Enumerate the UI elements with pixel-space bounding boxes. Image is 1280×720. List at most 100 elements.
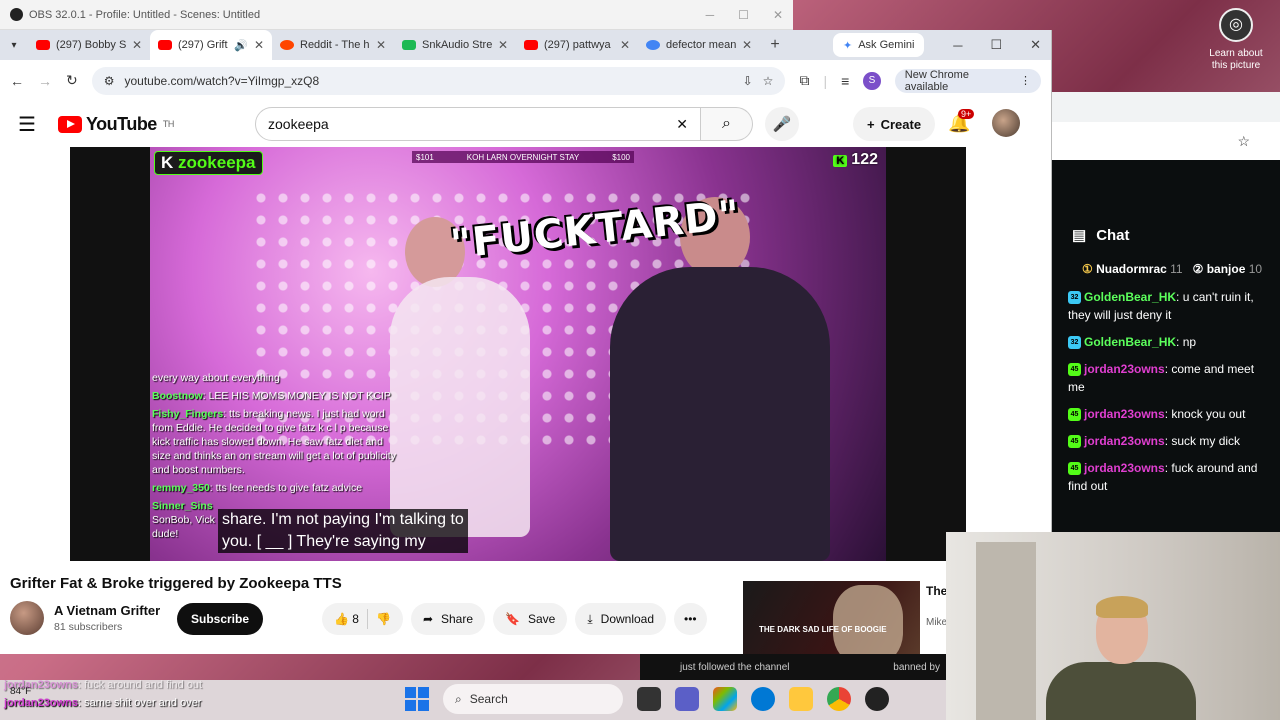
chat-message: 45 jordan23owns: knock you out (1068, 405, 1274, 423)
clear-search-icon[interactable]: ✕ (676, 116, 688, 133)
start-button[interactable] (405, 687, 429, 711)
thumbs-up-icon: 👍 (334, 612, 349, 626)
more-actions-button[interactable]: ••• (674, 603, 707, 635)
tab-title: (297) pattwya (544, 39, 611, 51)
search-icon: ⌕ (455, 691, 462, 706)
stream-chat-line: remmy_350: tts lee needs to give fatz ad… (152, 481, 402, 495)
minimize-icon[interactable]: ─ (706, 8, 715, 22)
profile-avatar[interactable]: S (863, 71, 881, 90)
chat-text: : suck my dick (1164, 434, 1241, 448)
tab-close-icon[interactable]: ✕ (376, 38, 386, 52)
channel-name[interactable]: A Vietnam Grifter (54, 603, 160, 618)
task-view-icon[interactable] (637, 687, 661, 711)
recommended-video-thumbnail[interactable]: THE DARK SAD LIFE OF BOOGIE (743, 581, 920, 654)
browser-tab[interactable]: (297) pattwya ✕ (516, 30, 638, 60)
close-icon[interactable]: ✕ (1030, 37, 1041, 53)
chat-username[interactable]: jordan23owns (1084, 434, 1165, 448)
browser-tab-active[interactable]: (297) Grift 🔊 ✕ (150, 30, 272, 60)
chat-username[interactable]: jordan23owns (1084, 461, 1165, 475)
tab-search-icon[interactable]: ▾ (0, 40, 28, 51)
plus-icon: + (867, 116, 875, 132)
chat-username[interactable]: jordan23owns (1084, 407, 1165, 421)
extensions-icon[interactable]: ⧉ (799, 72, 809, 89)
minimize-icon[interactable]: ─ (953, 38, 962, 53)
divider: | (823, 72, 828, 89)
new-tab-button[interactable]: + (760, 36, 790, 54)
dislike-button[interactable]: 👎 (376, 612, 391, 626)
leaderboard-entry[interactable]: ② banjoe 10 (1193, 262, 1262, 276)
chat-username[interactable]: GoldenBear_HK (1084, 335, 1176, 349)
youtube-favicon-icon (158, 40, 172, 50)
file-explorer-icon[interactable] (789, 687, 813, 711)
channel-avatar[interactable] (10, 601, 44, 635)
address-bar[interactable]: ⚙ youtube.com/watch?v=YiImgp_xzQ8 ⇩ ☆ (91, 66, 786, 95)
goal-right: $100 (612, 152, 630, 162)
chat-title: Chat (1096, 226, 1130, 244)
recommended-video-channel: Mike (926, 617, 948, 628)
teams-icon[interactable] (675, 687, 699, 711)
tab-close-icon[interactable]: ✕ (498, 38, 508, 52)
google-lens-button[interactable]: ◎ Learn about this picture (1206, 8, 1266, 72)
youtube-logo[interactable]: YouTube TH (58, 114, 174, 135)
obs-icon[interactable] (865, 687, 889, 711)
tab-title: (297) Grift (178, 39, 228, 51)
copilot-icon[interactable] (713, 687, 737, 711)
tab-close-icon[interactable]: ✕ (620, 38, 630, 52)
hamburger-menu-icon[interactable]: ☰ (18, 112, 48, 137)
browser-tab[interactable]: Reddit - The h ✕ (272, 30, 394, 60)
speaker-icon[interactable]: 🔊 (234, 39, 248, 52)
kick-favicon-icon (402, 40, 416, 50)
chrome-window: ▾ (297) Bobby S ✕ (297) Grift 🔊 ✕ Reddit - … (0, 30, 1052, 654)
search-button[interactable]: ⌕ (701, 107, 753, 141)
chat-username[interactable]: GoldenBear_HK (1084, 290, 1176, 304)
ask-gemini-button[interactable]: ✦ Ask Gemini (833, 33, 925, 57)
share-icon: ➦ (422, 612, 433, 626)
forward-icon[interactable]: → (38, 73, 52, 89)
update-chrome-button[interactable]: New Chrome available ⋮ (894, 68, 1041, 93)
edge-icon[interactable] (751, 687, 775, 711)
more-icon: ••• (684, 612, 697, 626)
like-button[interactable]: 👍 8 (334, 612, 359, 626)
account-avatar[interactable] (992, 109, 1020, 137)
search-input[interactable]: zookeepa ✕ (255, 107, 701, 141)
bookmark-star-icon[interactable]: ☆ (763, 74, 774, 88)
chat-message: 32 GoldenBear_HK: u can't ruin it, they w… (1068, 288, 1274, 324)
channel-info[interactable]: A Vietnam Grifter 81 subscribers (10, 601, 160, 635)
taskbar-search[interactable]: ⌕ Search (443, 684, 623, 714)
chat-username[interactable]: jordan23owns (1084, 362, 1165, 376)
video-captions: share. I'm not paying I'm talking to you… (218, 509, 468, 553)
tab-close-icon[interactable]: ✕ (254, 38, 264, 52)
maximize-icon[interactable]: ☐ (990, 37, 1002, 53)
close-icon[interactable]: ✕ (773, 8, 783, 22)
chat-text: SonBob, Vick (152, 514, 215, 526)
download-button[interactable]: ⤓ Download (575, 603, 667, 635)
youtube-page: ☰ YouTube TH zookeepa ✕ ⌕ 🎤 + Create 🔔 9+ K … (0, 101, 1040, 654)
goal-text: KOH LARN OVERNIGHT STAY (466, 152, 580, 162)
tab-close-icon[interactable]: ✕ (742, 38, 752, 52)
install-app-icon[interactable]: ⇩ (743, 74, 753, 88)
subscribe-button[interactable]: Subscribe (177, 603, 264, 635)
browser-tab[interactable]: (297) Bobby S ✕ (28, 30, 150, 60)
reading-list-icon[interactable]: ≡ (841, 73, 849, 89)
browser-tab[interactable]: defector mean ✕ (638, 30, 760, 60)
stream-chat-line: Boostnow: LEE HIS MOMS MONEY IS NOT KCIP (152, 389, 402, 403)
chat-header: ▤ Chat (1052, 220, 1280, 250)
video-player[interactable]: K zookeepa $101 KOH LARN OVERNIGHT STAY $1… (150, 147, 886, 561)
notifications-button[interactable]: 🔔 9+ (948, 109, 975, 134)
browser-tab[interactable]: SnkAudio Stre ✕ (394, 30, 516, 60)
subscriber-badge: 32 (1068, 336, 1081, 350)
chrome-icon[interactable] (827, 687, 851, 711)
youtube-favicon-icon (36, 40, 50, 50)
bookmark-star-icon[interactable]: ☆ (1237, 133, 1250, 150)
reload-icon[interactable]: ↻ (66, 72, 78, 89)
maximize-icon[interactable]: ☐ (738, 8, 749, 22)
create-button[interactable]: + Create (853, 107, 936, 141)
leaderboard-entry[interactable]: ① Nuadormrac 11 (1082, 262, 1183, 276)
site-info-icon[interactable]: ⚙ (104, 74, 115, 88)
search-icon: ⌕ (722, 115, 731, 132)
voice-search-button[interactable]: 🎤 (765, 107, 799, 141)
tab-close-icon[interactable]: ✕ (132, 38, 142, 52)
back-icon[interactable]: ← (10, 73, 24, 89)
share-button[interactable]: ➦ Share (410, 603, 486, 635)
save-button[interactable]: 🔖 Save (493, 603, 568, 635)
